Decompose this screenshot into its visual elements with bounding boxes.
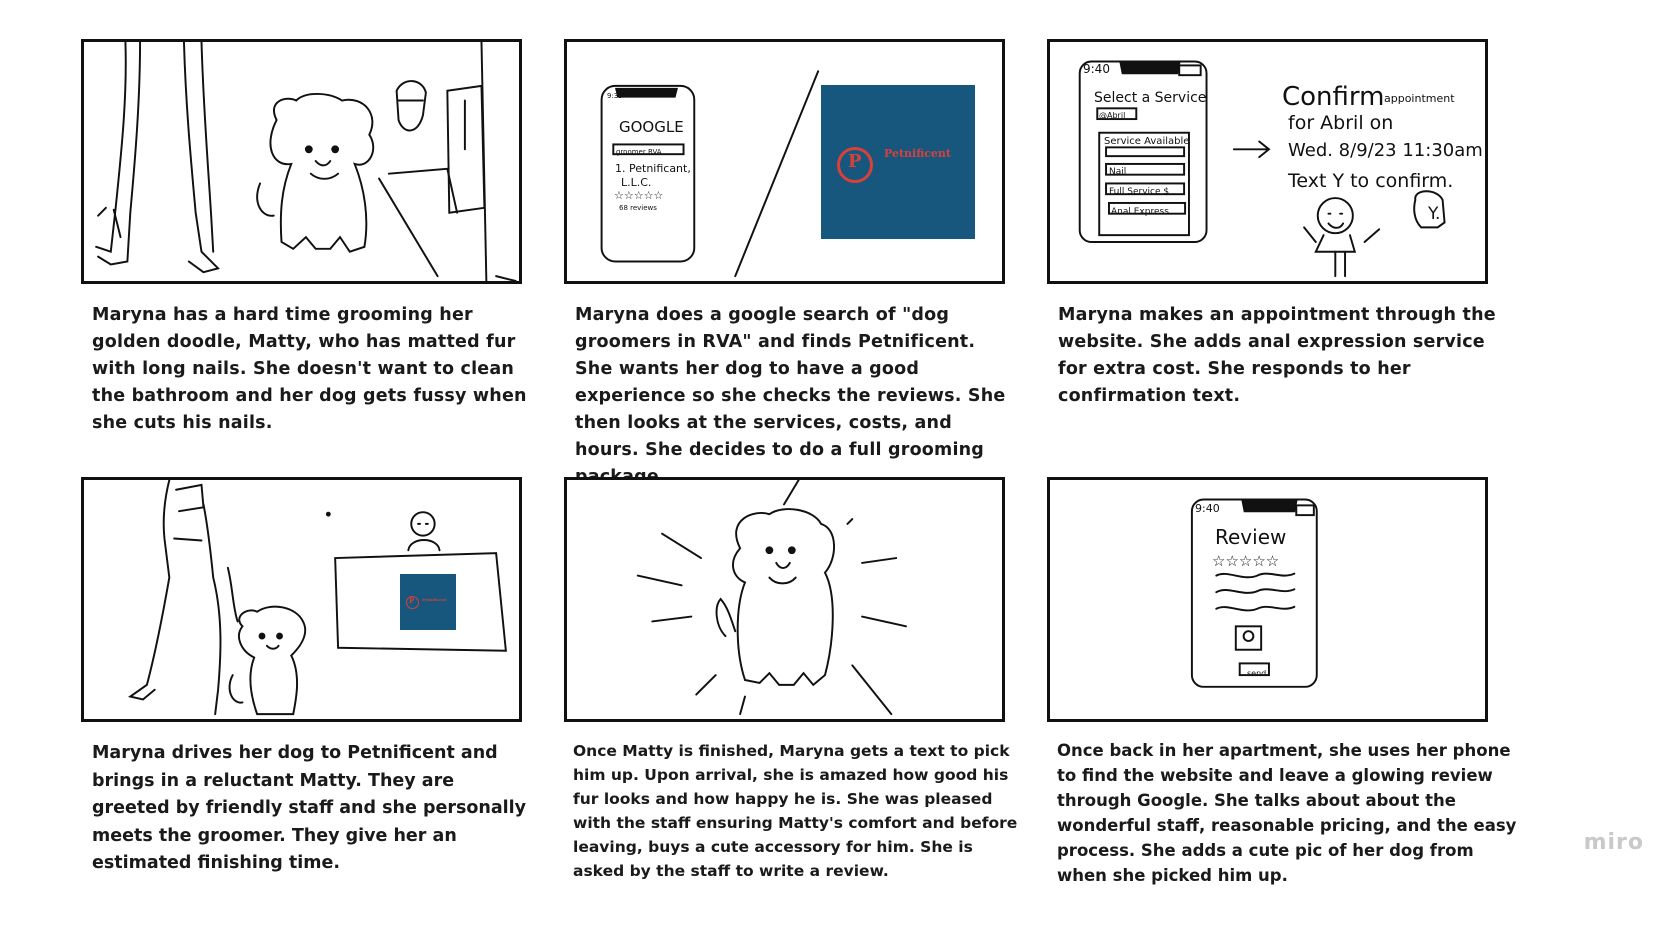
panel-3-caption: Maryna makes an appointment through the … [1058,305,1496,406]
panel-4-caption: Maryna drives her dog to Petnificent and… [92,743,527,873]
review-title: Review [1215,525,1287,549]
select-service-title: Select a Service [1094,90,1207,106]
review-count: 68 reviews [619,204,657,212]
petnificent-logo: P Petnificent [821,85,975,239]
service-field-1: Service Available [1104,136,1190,147]
confirm-line-1: Confirm [1282,82,1385,112]
grooming-struggle-sketch [95,42,517,281]
miro-watermark: miro [1583,830,1644,855]
booking-sketch [1078,60,1446,278]
storyboard-panel-1 [81,39,522,284]
confirm-line-4: Text Y to confirm. [1288,170,1454,192]
pet-tag: @Abril [1099,111,1126,120]
result-line-1: 1. Petnificant, [615,162,691,175]
review-phone-time: 9:40 [1195,502,1220,515]
review-phone-sketch [1190,498,1318,688]
confirm-line-2: for Abril on [1288,112,1394,134]
service-field-3: Full Service $ [1109,187,1170,197]
panel-1-caption: Maryna has a hard time grooming her gold… [92,305,527,433]
reply-bubble-text: Y. [1428,204,1441,224]
google-label: GOOGLE [619,118,684,136]
confirm-small: appointment [1384,92,1455,105]
phone-time: 9:35 [607,92,623,100]
storyboard-panel-4: P Petnificent [81,477,522,722]
logo-letter: P [848,151,862,172]
panel-5-caption: Once Matty is finished, Maryna gets a te… [573,742,1018,880]
service-field-2: Nail [1109,167,1127,177]
service-field-4: Anal Express [1111,207,1169,217]
booking-phone-time: 9:40 [1083,62,1110,76]
result-line-2: L.L.C. [621,176,652,189]
storyboard-panel-2: 9:35 GOOGLE groomer RVA 1. Petnificant, … [564,39,1005,284]
counter-logo-letter: P [409,596,415,605]
panel-6-caption: Once back in her apartment, she uses her… [1057,741,1517,885]
send-button: send [1247,669,1267,678]
panel-2-caption: Maryna does a google search of "dog groo… [575,305,1006,487]
storyboard-panel-6: 9:40 Review ☆☆☆☆☆ send [1047,477,1488,722]
counter-logo: P Petnificent [400,574,456,630]
storyboard-panel-3: 9:40 Select a Service @Abril Service Ava… [1047,39,1488,284]
confirm-line-3: Wed. 8/9/23 11:30am [1288,140,1483,161]
happy-dog-sketch [636,480,907,716]
search-query: groomer RVA [616,148,662,156]
logo-name: Petnificent [884,147,952,160]
storyboard-panel-5 [564,477,1005,722]
review-stars: ☆☆☆☆☆ [1212,552,1280,570]
rating-stars: ☆☆☆☆☆ [614,189,664,202]
counter-logo-name: Petnificent [422,597,447,602]
